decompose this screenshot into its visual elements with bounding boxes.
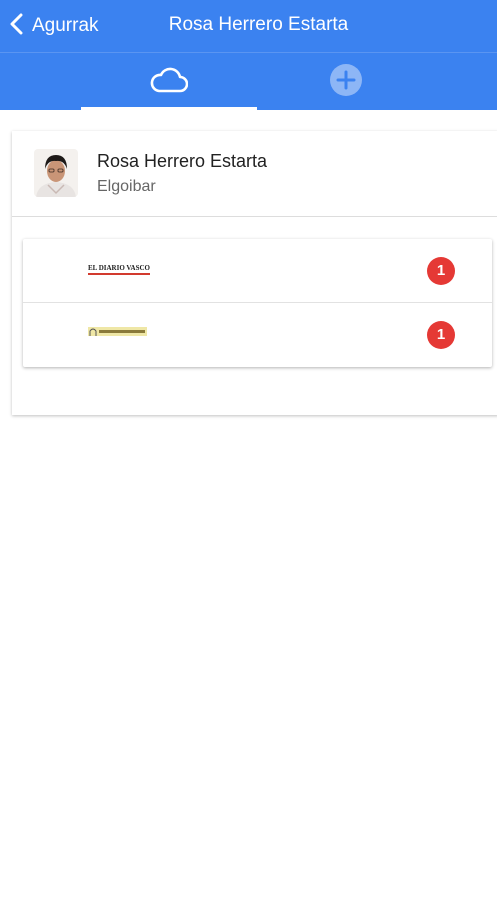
person-place: Elgoibar [97, 178, 156, 195]
page-title: Rosa Herrero Estarta [168, 14, 349, 35]
list-item[interactable]: EL DIARIO VASCO 1 [23, 239, 492, 303]
newspaper-logo: EL DIARIO VASCO [88, 264, 150, 275]
tab-bar [0, 52, 497, 111]
plus-circle-icon [329, 63, 363, 102]
cloud-icon [150, 66, 189, 99]
avatar [34, 149, 78, 197]
tab-add[interactable] [258, 53, 434, 111]
person-name: Rosa Herrero Estarta [97, 151, 268, 171]
profile-header: Rosa Herrero Estarta Elgoibar [12, 131, 497, 217]
person-card: Rosa Herrero Estarta Elgoibar EL DIARIO … [12, 131, 497, 415]
source-list: EL DIARIO VASCO 1 1 [23, 239, 492, 367]
count-badge: 1 [427, 257, 455, 285]
tab-cloud[interactable] [81, 53, 257, 111]
tab-active-indicator [81, 107, 257, 111]
list-item[interactable]: 1 [23, 303, 492, 367]
app-header: Agurrak Rosa Herrero Estarta [0, 0, 497, 52]
newspaper-logo [88, 325, 147, 338]
count-badge: 1 [427, 321, 455, 349]
